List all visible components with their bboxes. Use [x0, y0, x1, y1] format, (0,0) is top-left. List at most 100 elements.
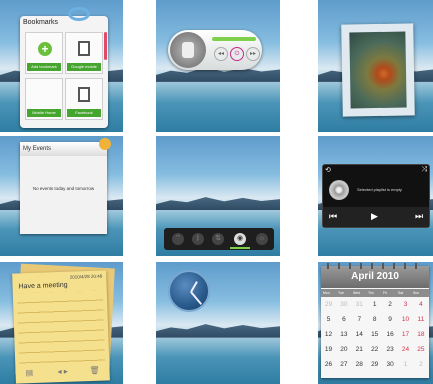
events-title: My Events [20, 142, 107, 156]
bookmark-tile[interactable]: Mobile Home [25, 78, 63, 120]
weekday: Thu [368, 291, 375, 295]
calendar-day[interactable]: 24 [398, 346, 413, 353]
player-status: Selected playlist is empty [357, 187, 402, 192]
calendar-day[interactable]: 19 [321, 346, 336, 353]
page-nav-icon[interactable]: ◂ ▸ [57, 367, 68, 376]
bookmark-label: Google mobile [67, 63, 101, 71]
calendar-day[interactable]: 6 [336, 316, 351, 323]
calendar-day[interactable]: 4 [413, 301, 428, 308]
minute-hand [190, 291, 203, 305]
previous-icon[interactable]: ◂◂ [214, 47, 228, 61]
calendar-day[interactable]: 3 [398, 301, 413, 308]
note-date: 2010/4/28 20:48 [69, 273, 103, 280]
bookmarks-title: Bookmarks [23, 19, 59, 26]
player-controls: ⏮ ▶ ⏭ [323, 207, 429, 227]
next-icon[interactable]: ▸▸ [246, 47, 260, 61]
bell-icon [99, 138, 111, 150]
calendar-day[interactable]: 29 [321, 301, 336, 308]
home-screen-preview-note: 2010/4/28 20:48 Have a meeting ▤ ◂ ▸ 🗑 [0, 262, 123, 384]
page-icon [78, 41, 90, 56]
calendar-day[interactable]: 22 [367, 346, 382, 353]
calendar-day[interactable]: 18 [413, 331, 428, 338]
note-widget[interactable]: 2010/4/28 20:48 Have a meeting ▤ ◂ ▸ 🗑 [12, 270, 110, 384]
wifi-icon[interactable]: ⌔ [172, 233, 184, 245]
calendar-day[interactable]: 27 [336, 361, 351, 368]
home-screen-preview-music-control: ◂◂ ⏻ ▸▸ [156, 0, 280, 132]
music-control-widget[interactable]: ◂◂ ⏻ ▸▸ [168, 30, 262, 70]
home-screen-preview-music-player: ⟲ ⤨ Selected playlist is empty ⏮ ▶ ⏭ [318, 136, 433, 256]
bookmark-tile[interactable]: Facebook [65, 78, 103, 120]
trash-icon[interactable]: 🗑 [89, 366, 99, 375]
home-screen-preview-calendar: April 2010 Mon Tue Wed Thu Fri Sat Sun 2… [318, 262, 433, 384]
home-screen-preview-clock [156, 262, 280, 384]
calendar-day[interactable]: 1 [367, 301, 382, 308]
analog-clock-widget[interactable] [168, 270, 210, 312]
photo-leaf [349, 31, 407, 109]
calendar-day[interactable]: 25 [413, 346, 428, 353]
calendar-day[interactable]: 1 [398, 361, 413, 368]
gps-icon[interactable]: ◉ [234, 233, 246, 245]
bookmark-label: Facebook [67, 109, 101, 117]
calendar-day[interactable]: 2 [383, 301, 398, 308]
events-empty-text: No events today and tomorrow [32, 186, 95, 191]
weekday: Sat [398, 291, 404, 295]
calendar-day[interactable]: 26 [321, 361, 336, 368]
calendar-day[interactable]: 16 [383, 331, 398, 338]
calendar-day[interactable]: 2 [413, 361, 428, 368]
home-screen-preview-bookmarks: Bookmarks + Add bookmark Google mobile M… [0, 0, 123, 132]
previous-track-icon[interactable]: ⏮ [329, 211, 337, 222]
calendar-day[interactable]: 14 [352, 331, 367, 338]
calendar-day[interactable]: 11 [413, 316, 428, 323]
notebook-icon[interactable]: ▤ [25, 368, 33, 377]
picture-frame-widget[interactable] [341, 23, 415, 117]
note-footer: ▤ ◂ ▸ 🗑 [15, 364, 109, 381]
calendar-day[interactable]: 29 [367, 361, 382, 368]
calendar-day[interactable]: 17 [398, 331, 413, 338]
bookmark-label: Add bookmark [27, 63, 61, 71]
calendar-day[interactable]: 31 [352, 301, 367, 308]
ribbon-icon [68, 7, 90, 21]
weekday: Fri [383, 291, 388, 295]
calendar-day[interactable]: 20 [336, 346, 351, 353]
calendar-day[interactable]: 15 [367, 331, 382, 338]
add-icon: + [38, 42, 52, 56]
repeat-icon[interactable]: ⟲ [325, 167, 331, 174]
sync-icon[interactable]: ⇅ [212, 233, 224, 245]
events-widget[interactable]: My Events No events today and tomorrow [20, 138, 111, 234]
binder-rings [327, 263, 423, 269]
progress-bar [212, 37, 256, 41]
bookmarks-scrollbar[interactable] [104, 32, 107, 60]
bookmark-tile-add[interactable]: + Add bookmark [25, 32, 63, 74]
shuffle-icon[interactable]: ⤨ [421, 166, 427, 174]
weekday: Wed [353, 291, 361, 295]
home-screen-preview-picture-frame [318, 0, 433, 132]
note-text: Have a meeting [18, 281, 68, 291]
bookmarks-widget[interactable]: Bookmarks + Add bookmark Google mobile M… [20, 7, 108, 128]
calendar-day[interactable]: 28 [352, 361, 367, 368]
calendar-day[interactable]: 7 [352, 316, 367, 323]
month-calendar-widget[interactable]: April 2010 Mon Tue Wed Thu Fri Sat Sun 2… [321, 263, 429, 378]
power-icon[interactable]: ⏻ [230, 47, 244, 61]
calendar-day[interactable]: 30 [336, 301, 351, 308]
weekday-row: Mon Tue Wed Thu Fri Sat Sun [321, 289, 429, 297]
play-icon[interactable]: ▶ [371, 211, 378, 222]
bookmark-tile[interactable]: Google mobile [65, 32, 103, 74]
bluetooth-icon[interactable]: ᛒ [192, 233, 204, 245]
calendar-day[interactable]: 10 [398, 316, 413, 323]
page-icon [78, 87, 90, 102]
calendar-month: April 2010 [321, 266, 429, 288]
brightness-icon[interactable]: ☼ [256, 233, 268, 245]
calendar-day[interactable]: 13 [336, 331, 351, 338]
weekday: Mon [323, 291, 330, 295]
cd-icon [329, 180, 349, 200]
music-player-widget[interactable]: ⟲ ⤨ Selected playlist is empty ⏮ ▶ ⏭ [322, 164, 430, 228]
calendar-day[interactable]: 23 [383, 346, 398, 353]
calendar-day[interactable]: 5 [321, 316, 336, 323]
calendar-day[interactable]: 30 [383, 361, 398, 368]
calendar-day[interactable]: 12 [321, 331, 336, 338]
calendar-day[interactable]: 8 [367, 316, 382, 323]
calendar-day[interactable]: 9 [383, 316, 398, 323]
calendar-day[interactable]: 21 [352, 346, 367, 353]
player-top-icons: ⟲ ⤨ [325, 166, 427, 174]
next-track-icon[interactable]: ⏭ [415, 211, 423, 222]
